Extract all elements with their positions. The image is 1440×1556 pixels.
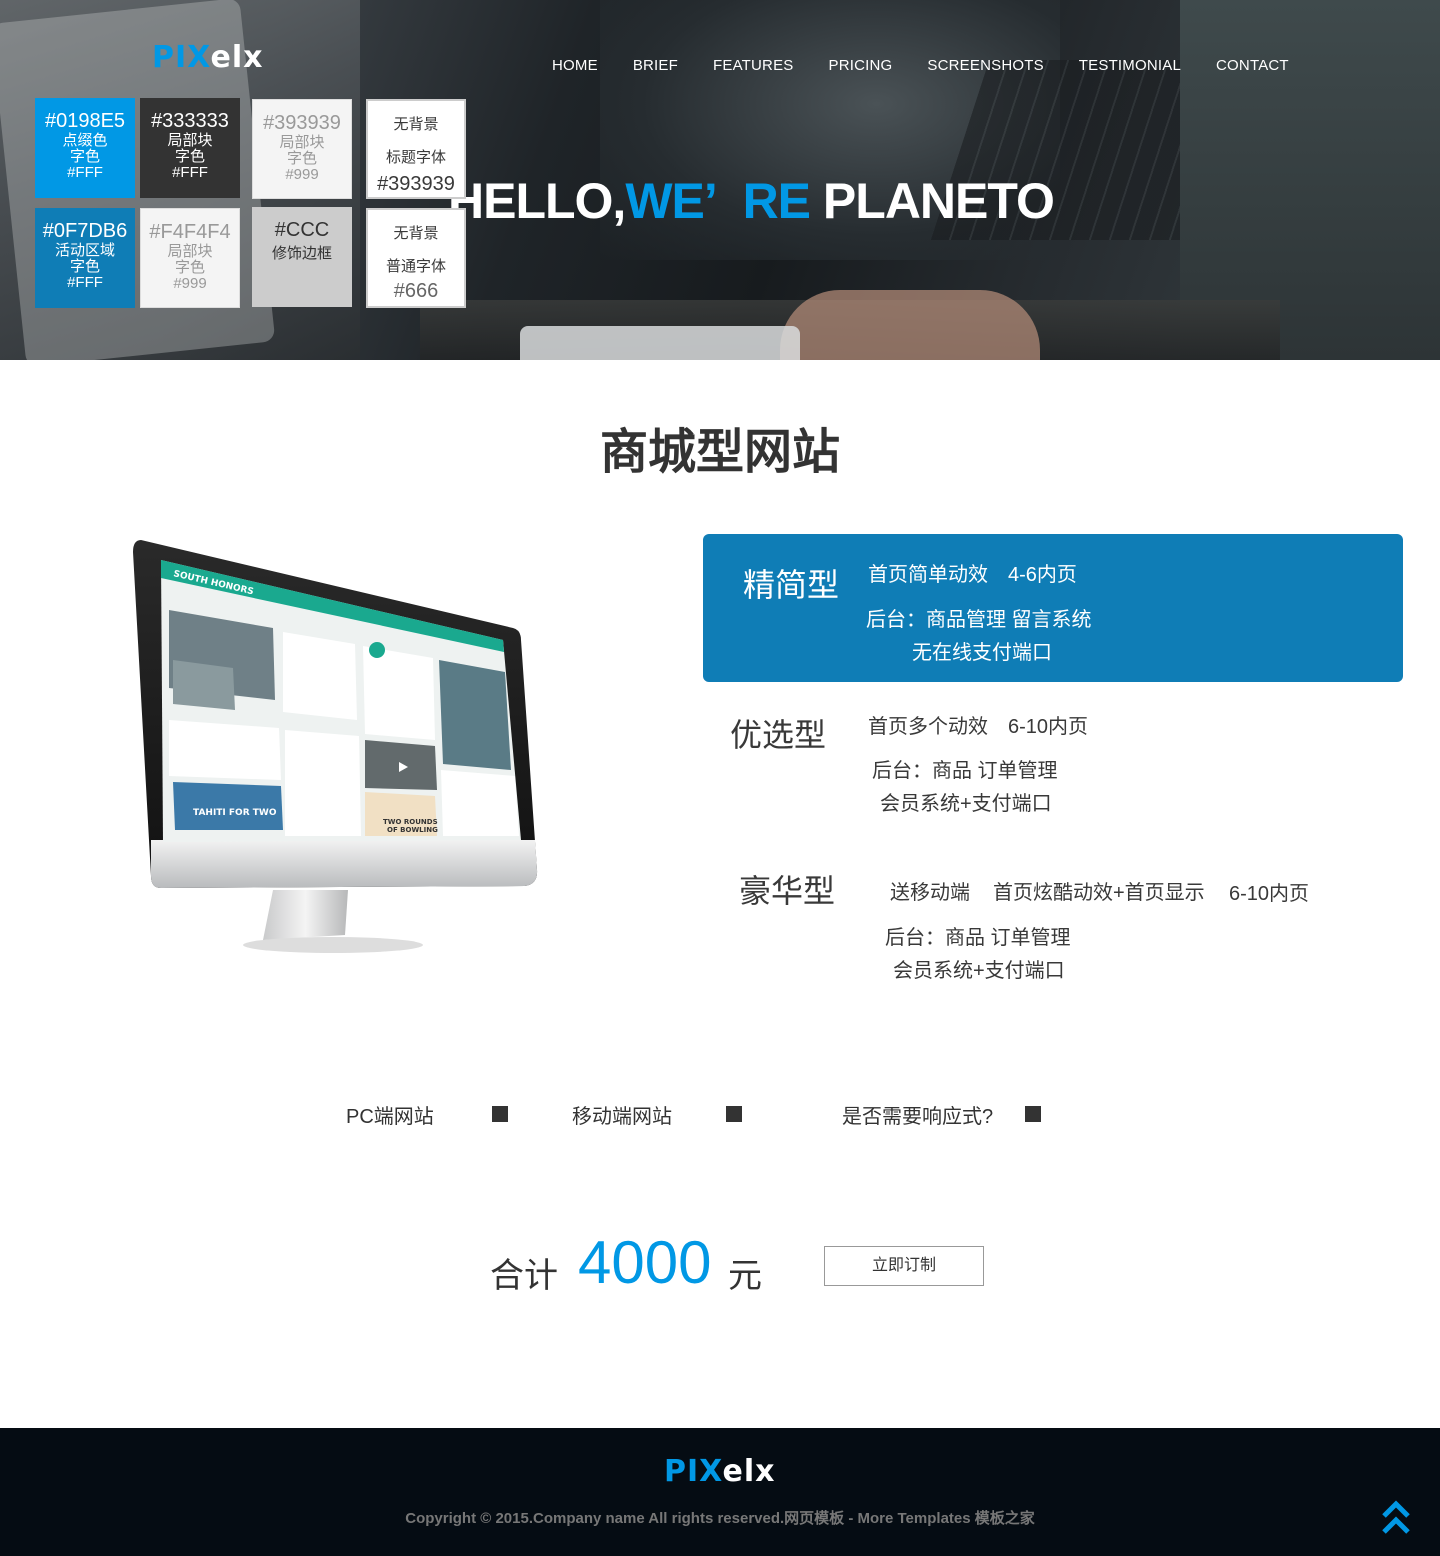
- swatch-code: #333333: [151, 110, 229, 132]
- swatch-label: 点缀色: [62, 132, 108, 149]
- plan-feature: 无在线支付端口: [912, 642, 1052, 664]
- copyright-text: Copyright © 2015.Company name All rights…: [405, 1510, 1035, 1527]
- swatch-label: 字色: [174, 148, 205, 165]
- swatch-label: 字色: [286, 150, 317, 167]
- plan-name: 优选型: [730, 717, 827, 753]
- plan-feature: 后台：商品 订单管理: [872, 760, 1058, 782]
- svg-text:TAHITI FOR TWO: TAHITI FOR TWO: [193, 808, 277, 818]
- plan-feature: 会员系统+支付端口: [880, 793, 1052, 815]
- plan-feature: 首页多个动效 6-10内页: [868, 716, 1089, 738]
- swatch-label: #FFF: [67, 274, 103, 291]
- color-swatch-body-font: 无背景 普通字体 #666: [366, 208, 466, 308]
- swatch-label: 字色: [69, 148, 100, 165]
- nav-home[interactable]: HOME: [552, 57, 598, 74]
- total-amount: 4000: [578, 1229, 712, 1296]
- option-checkbox-pc[interactable]: [492, 1106, 508, 1122]
- color-swatch-active: #0F7DB6 活动区域 字色 #FFF: [35, 208, 135, 308]
- color-swatch-text: #393939 局部块 字色 #999: [252, 99, 352, 199]
- plan-feature: 送移动端: [890, 882, 970, 904]
- imac-mockup-image: SOUTH HONORS TAHITI FOR TWO TWO ROUNDS O…: [133, 540, 538, 953]
- option-checkbox-mobile[interactable]: [726, 1106, 742, 1122]
- hero-title-part1: HELLO,: [448, 173, 626, 229]
- swatch-label: 局部块: [167, 132, 213, 149]
- nav-pricing[interactable]: PRICING: [829, 57, 893, 74]
- option-label-responsive: 是否需要响应式?: [842, 1106, 994, 1128]
- color-swatch-accent: #0198E5 点缀色 字色 #FFF: [35, 98, 135, 198]
- plan-feature: 首页简单动效 4-6内页: [868, 564, 1077, 586]
- swatch-label: 普通字体: [385, 258, 446, 275]
- plan-name: 豪华型: [739, 873, 836, 909]
- color-swatch-light: #F4F4F4 局部块 字色 #999: [140, 208, 240, 308]
- section-title: 商城型网站: [599, 426, 840, 479]
- site-logo[interactable]: PIXelx: [152, 40, 263, 75]
- swatch-label: #FFF: [67, 164, 103, 181]
- logo-white-part: elx: [210, 40, 264, 75]
- color-swatch-title-font: 无背景 标题字体 #393939: [366, 99, 466, 199]
- plan-feature: 会员系统+支付端口: [893, 960, 1065, 982]
- logo-blue-part: PIX: [664, 1454, 723, 1489]
- swatch-label: 字色: [174, 259, 205, 276]
- nav-testimonial[interactable]: TESTIMONIAL: [1079, 57, 1181, 74]
- option-label-pc: PC端网站: [346, 1106, 434, 1128]
- hero-device: [520, 326, 800, 360]
- swatch-label: #FFF: [172, 164, 208, 181]
- plan-card-basic[interactable]: 精简型 首页简单动效 4-6内页 后台：商品管理 留言系统 无在线支付端口: [703, 534, 1403, 682]
- swatch-label: 标题字体: [385, 149, 446, 166]
- main-nav: HOME BRIEF FEATURES PRICING SCREENSHOTS …: [552, 57, 1324, 74]
- swatch-code: #CCC: [274, 219, 330, 241]
- plan-feature: 首页炫酷动效+首页显示: [993, 882, 1205, 904]
- swatch-label: 活动区域: [54, 242, 115, 259]
- double-chevron-up-icon[interactable]: [1380, 1500, 1412, 1536]
- footer: PIXelx Copyright © 2015.Company name All…: [0, 1428, 1440, 1556]
- color-swatch-border: #CCC 修饰边框: [252, 207, 352, 307]
- swatch-code: #666: [393, 280, 439, 302]
- order-now-button[interactable]: 立即订制: [824, 1246, 984, 1286]
- nav-contact[interactable]: CONTACT: [1216, 57, 1289, 74]
- swatch-label: #999: [285, 166, 319, 183]
- hero-title: HELLO,WE’ RE PLANETO: [448, 172, 1055, 230]
- color-swatch-dark: #333333 局部块 字色 #FFF: [140, 98, 240, 198]
- logo-white-part: elx: [722, 1454, 776, 1489]
- plan-card-preferred[interactable]: 优选型 首页多个动效 6-10内页 后台：商品 订单管理 会员系统+支付端口: [703, 700, 1403, 830]
- option-label-mobile: 移动端网站: [572, 1106, 672, 1128]
- svg-text:TWO ROUNDS: TWO ROUNDS: [383, 818, 438, 826]
- svg-text:OF BOWLING: OF BOWLING: [387, 826, 438, 834]
- swatch-label: 无背景: [393, 116, 439, 133]
- swatch-label: 局部块: [279, 134, 325, 151]
- swatch-label: #999: [173, 275, 207, 292]
- swatch-code: #0198E5: [44, 110, 126, 132]
- option-checkbox-responsive[interactable]: [1025, 1106, 1041, 1122]
- hero-title-accent1: WE’: [625, 173, 717, 229]
- nav-screenshots[interactable]: SCREENSHOTS: [927, 57, 1043, 74]
- hero-hand: [780, 290, 1040, 360]
- options-row: PC端网站 移动端网站 是否需要响应式?: [0, 1100, 1440, 1130]
- nav-brief[interactable]: BRIEF: [633, 57, 678, 74]
- nav-features[interactable]: FEATURES: [713, 57, 794, 74]
- plan-card-deluxe[interactable]: 豪华型 送移动端 首页炫酷动效+首页显示 6-10内页 后台：商品 订单管理 会…: [703, 860, 1403, 990]
- plan-feature: 后台：商品 订单管理: [885, 927, 1071, 949]
- swatch-label: 无背景: [393, 225, 439, 242]
- swatch-code: #0F7DB6: [42, 220, 128, 242]
- plan-feature: 后台：商品管理 留言系统: [866, 609, 1092, 631]
- hero-title-part2: PLANETO: [810, 173, 1055, 229]
- swatch-code: #393939: [263, 112, 341, 134]
- swatch-code: #393939: [377, 173, 455, 195]
- total-unit: 元: [728, 1257, 762, 1295]
- plan-name: 精简型: [743, 567, 840, 603]
- plan-feature: 6-10内页: [1229, 883, 1310, 905]
- swatch-code: #F4F4F4: [149, 221, 231, 243]
- footer-logo[interactable]: PIXelx: [664, 1454, 775, 1489]
- logo-blue-part: PIX: [152, 40, 211, 75]
- swatch-label: 局部块: [167, 243, 213, 260]
- swatch-label: 字色: [69, 258, 100, 275]
- swatch-label: 修饰边框: [271, 245, 332, 262]
- total-label: 合计: [490, 1257, 558, 1295]
- hero-title-accent2: RE: [742, 173, 811, 229]
